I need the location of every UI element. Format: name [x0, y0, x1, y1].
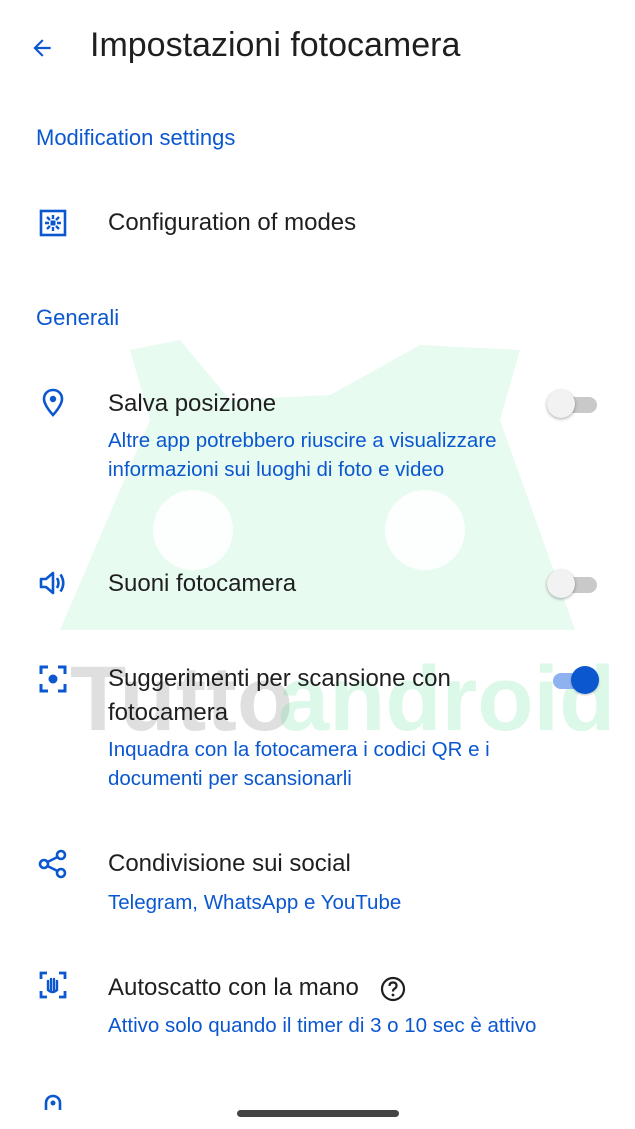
row-camera-sounds[interactable]: Suoni fotocamera: [0, 560, 635, 610]
row-configuration-of-modes[interactable]: Configuration of modes: [0, 196, 635, 256]
page-title: Impostazioni fotocamera: [90, 26, 461, 64]
row-title: Salva posizione: [108, 390, 277, 417]
row-title: Autoscatto con la mano: [108, 974, 359, 1001]
location-toggle[interactable]: [547, 390, 599, 418]
camera-settings-screen: Impostazioni fotocamera Modification set…: [0, 0, 635, 1129]
row-subtitle: Inquadra con la fotocamera i codici QR e…: [108, 738, 490, 790]
row-partially-hidden: [0, 1090, 635, 1110]
row-title: Suoni fotocamera: [108, 570, 297, 597]
row-title: Condivisione sui social: [108, 850, 351, 877]
palm-timer-icon: [38, 970, 68, 1000]
section-header-general: Generali: [36, 305, 120, 330]
back-button[interactable]: [24, 30, 60, 66]
row-save-location[interactable]: Salva posizione Altre app potrebbero riu…: [0, 380, 635, 520]
cut-off-icon: [44, 1094, 62, 1110]
scan-toggle[interactable]: [547, 666, 599, 694]
toggle-thumb: [547, 390, 575, 418]
help-circle-icon[interactable]: [380, 976, 406, 1002]
home-indicator[interactable]: [237, 1110, 399, 1117]
row-title: Configuration of modes: [108, 209, 357, 236]
arrow-back-icon: [33, 39, 51, 57]
scan-focus-icon: [38, 664, 68, 694]
row-scan-suggestions[interactable]: Suggerimenti per scansione con fotocamer…: [0, 660, 635, 800]
row-subtitle: Attivo solo quando il timer di 3 o 10 se…: [108, 1014, 537, 1037]
top-app-bar: Impostazioni fotocamera: [0, 0, 635, 100]
row-palm-timer[interactable]: Autoscatto con la mano Attivo solo quand…: [0, 966, 635, 1046]
row-title-wrap: Autoscatto con la mano: [108, 971, 406, 1005]
toggle-thumb: [571, 666, 599, 694]
section-header-modification: Modification settings: [36, 125, 236, 150]
location-pin-icon: [38, 388, 68, 418]
toggle-thumb: [547, 570, 575, 598]
volume-icon: [38, 568, 68, 598]
sounds-toggle[interactable]: [547, 570, 599, 598]
row-subtitle: Telegram, WhatsApp e YouTube: [108, 891, 402, 914]
row-title: Suggerimenti per scansione con fotocamer…: [108, 665, 451, 726]
share-icon: [38, 849, 68, 879]
row-subtitle: Altre app potrebbero riuscire a visualiz…: [108, 429, 497, 481]
modes-grid-icon: [38, 208, 68, 238]
row-social-sharing[interactable]: Condivisione sui social Telegram, WhatsA…: [0, 845, 635, 925]
